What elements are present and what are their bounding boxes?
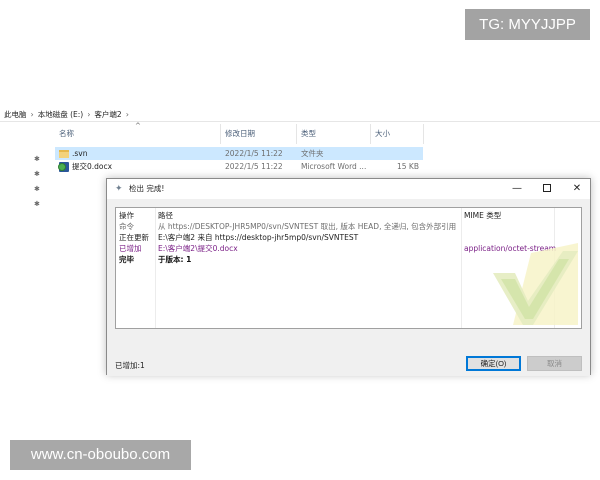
docx-svn-added-icon bbox=[58, 161, 69, 172]
tortoisesvn-icon: ✦ bbox=[115, 184, 123, 194]
status-added-count: 已增加:1 bbox=[115, 361, 145, 370]
checkmark-watermark-icon bbox=[493, 243, 578, 325]
maximize-button[interactable] bbox=[532, 179, 562, 199]
chevron-right-icon: › bbox=[87, 109, 91, 119]
file-name: .svn bbox=[72, 149, 88, 158]
log-path: 从 https://DESKTOP-JHR5MP0/svn/SVNTEST 取出… bbox=[158, 222, 457, 231]
log-action: 正在更新 bbox=[119, 233, 149, 242]
log-list[interactable]: 操作 路径 MIME 类型 命令 从 https://DESKTOP-JHR5M… bbox=[115, 207, 582, 329]
minimize-button[interactable]: — bbox=[502, 179, 532, 199]
file-row-svn-folder[interactable]: .svn 2022/1/5 11:22 文件夹 bbox=[55, 147, 423, 160]
breadcrumb-drive-e[interactable]: 本地磁盘 (E:) bbox=[38, 109, 84, 120]
file-name: 提交0.docx bbox=[72, 162, 113, 171]
log-path: E:\客户端2 来自 https://desktop-jhr5mp0/svn/S… bbox=[158, 233, 359, 242]
chevron-right-icon: › bbox=[30, 109, 34, 119]
breadcrumb-this-pc[interactable]: 此电脑 bbox=[4, 109, 27, 120]
column-header-modified[interactable]: 修改日期 bbox=[221, 124, 297, 144]
address-divider bbox=[0, 121, 600, 122]
dialog-titlebar[interactable]: ✦ 检出 完成! — ✕ bbox=[107, 179, 590, 199]
close-button[interactable]: ✕ bbox=[562, 179, 592, 199]
file-type: Microsoft Word ... bbox=[301, 162, 367, 171]
cancel-button[interactable]: 取消 bbox=[527, 356, 582, 371]
dialog-title: 检出 完成! bbox=[129, 184, 165, 193]
chevron-right-icon: › bbox=[125, 109, 129, 119]
pin-icon: ✱ bbox=[34, 155, 40, 163]
column-header-size[interactable]: 大小 bbox=[371, 124, 424, 144]
watermark-tg: TG: MYYJJPP bbox=[465, 9, 590, 40]
column-header-name[interactable]: 名称 bbox=[55, 124, 221, 144]
log-header-action[interactable]: 操作 bbox=[119, 210, 134, 221]
file-size: 15 KB bbox=[397, 162, 419, 171]
log-path: E:\客户端2\提交0.docx bbox=[158, 244, 238, 253]
folder-icon bbox=[59, 149, 69, 158]
ok-button[interactable]: 确定(O) bbox=[466, 356, 521, 371]
checkout-dialog: ✦ 检出 完成! — ✕ 操作 路径 MIME 类型 命令 从 https://… bbox=[106, 178, 591, 376]
log-header-mime[interactable]: MIME 类型 bbox=[464, 210, 501, 221]
log-path: 于版本: 1 bbox=[158, 255, 192, 264]
file-row-docx[interactable]: 提交0.docx 2022/1/5 11:22 Microsoft Word .… bbox=[55, 160, 423, 173]
breadcrumb: 此电脑 › 本地磁盘 (E:) › 客户端2 › bbox=[4, 108, 129, 120]
dialog-body: 操作 路径 MIME 类型 命令 从 https://DESKTOP-JHR5M… bbox=[107, 199, 590, 376]
file-modified: 2022/1/5 11:22 bbox=[225, 162, 283, 171]
log-header-path[interactable]: 路径 bbox=[158, 210, 173, 221]
pin-icon: ✱ bbox=[34, 170, 40, 178]
log-action: 命令 bbox=[119, 222, 134, 231]
log-action: 已增加 bbox=[119, 244, 142, 253]
log-row[interactable]: 正在更新 E:\客户端2 来自 https://desktop-jhr5mp0/… bbox=[116, 232, 581, 243]
file-modified: 2022/1/5 11:22 bbox=[225, 149, 283, 158]
log-action: 完毕 bbox=[119, 255, 134, 264]
watermark-website: www.cn-oboubo.com bbox=[10, 440, 191, 470]
breadcrumb-client2[interactable]: 客户端2 bbox=[94, 109, 121, 120]
file-type: 文件夹 bbox=[301, 149, 324, 158]
maximize-icon bbox=[543, 184, 551, 192]
column-header-type[interactable]: 类型 bbox=[297, 124, 371, 144]
pin-icon: ✱ bbox=[34, 200, 40, 208]
log-row[interactable]: 命令 从 https://DESKTOP-JHR5MP0/svn/SVNTEST… bbox=[116, 221, 581, 232]
pin-icon: ✱ bbox=[34, 185, 40, 193]
